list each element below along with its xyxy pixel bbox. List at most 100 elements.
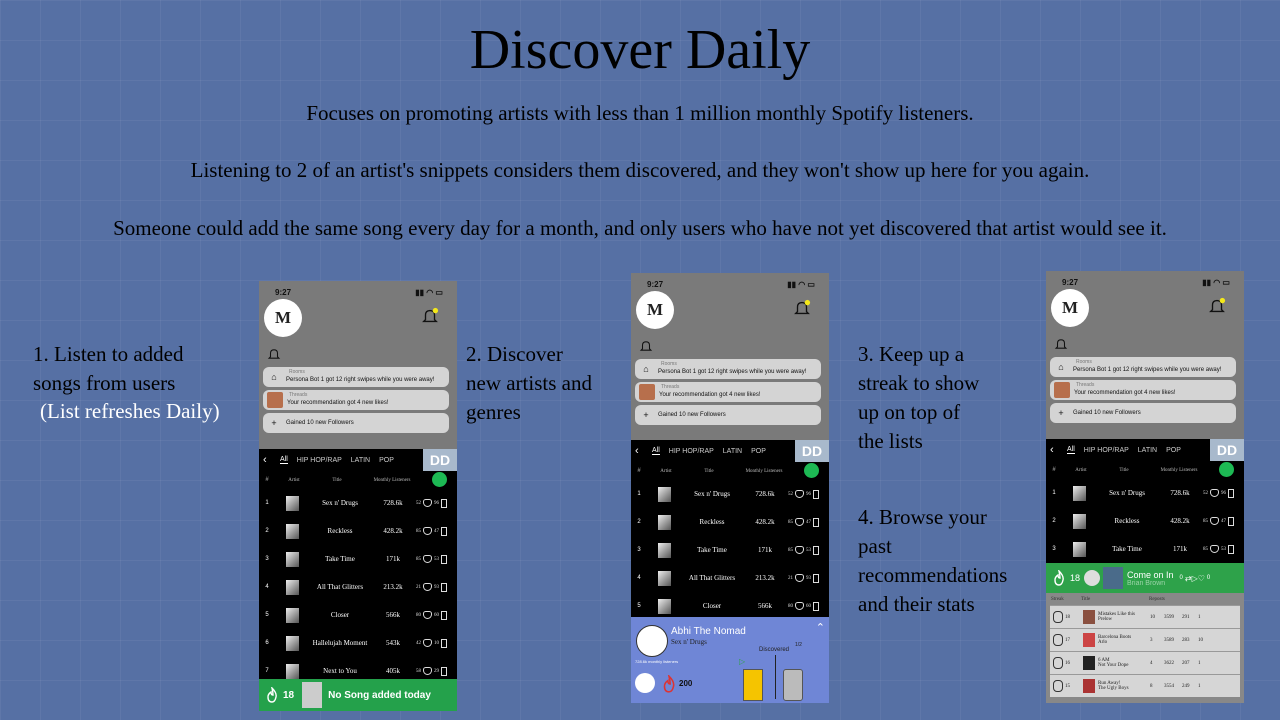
app-logo[interactable]: M (636, 291, 674, 329)
rooms-notification[interactable]: ⌂ Rooms Persona Bot 1 got 12 right swipes … (263, 367, 449, 387)
tab-pop[interactable]: POP (1166, 447, 1181, 454)
history-row[interactable]: 16 6 AM Not Your Dope 4 3622 207 1 (1050, 651, 1240, 674)
play-icon[interactable]: ▷ (739, 657, 745, 666)
tab-hiphop[interactable]: HIP HOP/RAP (1084, 447, 1129, 454)
notification-bell-icon[interactable] (793, 299, 811, 317)
followers-notification[interactable]: + Gained 10 new Followers (263, 413, 449, 433)
heart-icon[interactable] (423, 583, 432, 591)
song-row[interactable]: 2 Reckless 428.2k 85 47 (259, 517, 457, 545)
bookmark-icon[interactable] (813, 517, 819, 527)
bookmark-icon[interactable] (441, 666, 447, 676)
heart-icon[interactable] (423, 527, 432, 535)
rooms-notification[interactable]: ⌂ Rooms Persona Bot 1 got 12 right swipes … (635, 359, 821, 379)
tab-all[interactable]: All (280, 456, 288, 464)
song-row[interactable]: 6 Hallelujah Moment 543k 42 10 (259, 629, 457, 657)
heart-icon[interactable] (795, 574, 804, 582)
followers-notification[interactable]: + Gained 10 new Followers (635, 405, 821, 425)
heart-icon[interactable] (1210, 517, 1219, 525)
app-logo[interactable]: M (1051, 289, 1089, 327)
bookmark-icon[interactable] (441, 526, 447, 536)
back-icon[interactable]: ‹ (635, 445, 643, 457)
artist-avatar[interactable] (636, 625, 668, 657)
tab-latin[interactable]: LATIN (351, 457, 370, 464)
repost-icon[interactable]: ⇄▷♡ (1185, 574, 1205, 583)
song-row[interactable]: 3 Take Time 171k 85 53 (631, 536, 829, 564)
song-row[interactable]: 2 Reckless 428.2k 85 47 (1046, 507, 1244, 535)
streak-strip[interactable]: 18 Come on In Brian Brown 0 ⇄▷♡ 0 (1046, 563, 1244, 593)
tab-pop[interactable]: POP (751, 448, 766, 455)
bookmark-icon[interactable] (441, 610, 447, 620)
heart-icon[interactable] (795, 546, 804, 554)
artist-thumbnail (286, 579, 299, 595)
threads-notification[interactable]: Threads Your recommendation got 4 new lik… (635, 382, 821, 402)
now-playing-panel[interactable]: Abhi The Nomad Sex n' Drugs ⌃ 728.6k mon… (631, 617, 829, 703)
history-row[interactable]: 18 Mistakes Like this Prelow 10 3599 291 1 (1050, 605, 1240, 628)
song-row[interactable]: 4 All That Glitters 213.2k 21 93 (631, 564, 829, 592)
song-row[interactable]: 1 Sex n' Drugs 728.6k 52 96 (1046, 479, 1244, 507)
back-icon[interactable]: ‹ (1050, 444, 1058, 456)
discover-daily-badge[interactable]: DD (795, 440, 829, 462)
followers-notification[interactable]: + Gained 10 new Followers (1050, 403, 1236, 423)
status-icons: ▮▮ ◠ ▭ (415, 287, 443, 297)
tab-latin[interactable]: LATIN (723, 448, 742, 455)
bookmark-icon[interactable] (1228, 544, 1234, 554)
heart-icon[interactable] (1210, 545, 1219, 553)
song-row[interactable]: 2 Reckless 428.2k 85 47 (631, 508, 829, 536)
heart-icon[interactable] (795, 490, 804, 498)
discover-daily-badge[interactable]: DD (423, 449, 457, 471)
heart-icon[interactable] (1210, 489, 1219, 497)
rooms-notification[interactable]: ⌂ Rooms Persona Bot 1 got 12 right swipes … (1050, 357, 1236, 377)
tab-pop[interactable]: POP (379, 457, 394, 464)
bookmark-icon[interactable] (441, 498, 447, 508)
threads-notification[interactable]: Threads Your recommendation got 4 new lik… (1050, 380, 1236, 400)
song-row[interactable]: 3 Take Time 171k 85 53 (259, 545, 457, 573)
bookmark-icon[interactable] (441, 638, 447, 648)
heart-icon[interactable] (423, 611, 432, 619)
discover-daily-badge[interactable]: DD (1210, 439, 1244, 461)
spotify-icon[interactable] (1219, 462, 1234, 477)
snippet-card-empty[interactable] (783, 669, 803, 701)
history-row[interactable]: 17 Barcelona Boots Arlo 3 3589 283 10 (1050, 628, 1240, 651)
heart-icon[interactable] (423, 667, 432, 675)
bookmark-icon[interactable] (813, 545, 819, 555)
song-row[interactable]: 1 Sex n' Drugs 728.6k 52 96 (259, 489, 457, 517)
rooms-label: Rooms (661, 361, 677, 367)
tab-all[interactable]: All (1067, 446, 1075, 454)
collapse-chevron-icon[interactable]: ⌃ (816, 621, 825, 634)
bookmark-icon[interactable] (441, 582, 447, 592)
notification-bell-icon[interactable] (421, 307, 439, 325)
song-row[interactable]: 5 Closer 566k 80 60 (631, 592, 829, 620)
history-row[interactable]: 15 Run Away! The Ugly Boys 8 3554 249 1 (1050, 674, 1240, 697)
tab-all[interactable]: All (652, 447, 660, 455)
heart-icon[interactable] (423, 499, 432, 507)
song-row[interactable]: 1 Sex n' Drugs 728.6k 52 96 (631, 480, 829, 508)
bookmark-icon[interactable] (813, 601, 819, 611)
tab-hiphop[interactable]: HIP HOP/RAP (297, 457, 342, 464)
snippet-card[interactable] (743, 669, 763, 701)
tab-hiphop[interactable]: HIP HOP/RAP (669, 448, 714, 455)
heart-icon[interactable] (795, 518, 804, 526)
bookmark-icon[interactable] (1228, 516, 1234, 526)
artist-thumbnail (286, 495, 299, 511)
notification-bell-icon[interactable] (1208, 297, 1226, 315)
user-avatar[interactable] (635, 673, 655, 693)
song-row[interactable]: 3 Take Time 171k 85 53 (1046, 535, 1244, 563)
heart-icon[interactable] (423, 639, 432, 647)
song-row[interactable]: 5 Closer 566k 80 60 (259, 601, 457, 629)
spotify-icon[interactable] (432, 472, 447, 487)
bookmark-icon[interactable] (441, 554, 447, 564)
bookmark-icon[interactable] (813, 573, 819, 583)
bookmark-icon[interactable] (1228, 488, 1234, 498)
heart-icon[interactable] (423, 555, 432, 563)
song-row[interactable]: 4 All That Glitters 213.2k 21 93 (259, 573, 457, 601)
add-song-thumbnail[interactable] (302, 682, 323, 708)
back-icon[interactable]: ‹ (263, 454, 271, 466)
strip-cover (1103, 567, 1124, 589)
tab-latin[interactable]: LATIN (1138, 447, 1157, 454)
streak-footer[interactable]: 18 No Song added today (259, 679, 457, 711)
bookmark-icon[interactable] (813, 489, 819, 499)
app-logo[interactable]: M (264, 299, 302, 337)
spotify-icon[interactable] (804, 463, 819, 478)
threads-notification[interactable]: Threads Your recommendation got 4 new lik… (263, 390, 449, 410)
heart-icon[interactable] (795, 602, 804, 610)
